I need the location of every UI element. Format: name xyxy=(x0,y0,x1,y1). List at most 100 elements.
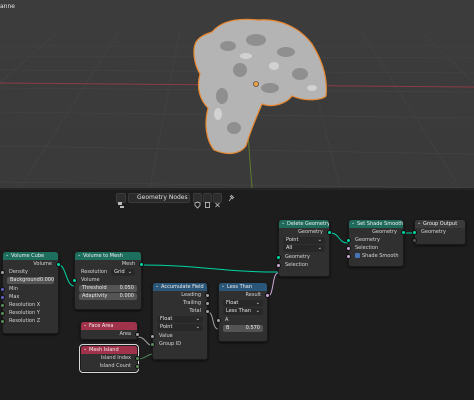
node-accumulate-field-header[interactable]: Accumulate Field xyxy=(153,283,207,291)
3d-viewport[interactable]: anne xyxy=(0,0,474,188)
node-volume-to-mesh[interactable]: Volume to Mesh Mesh ResolutionGrid⌄ Volu… xyxy=(72,251,144,310)
socket-label: Geometry xyxy=(298,229,323,235)
socket-label: Island Index xyxy=(100,355,131,361)
socket-geometry-input[interactable] xyxy=(276,254,281,260)
socket-row-geometry-in: Geometry xyxy=(276,253,329,261)
chevron-down-icon: ⌄ xyxy=(255,308,260,314)
shade-smooth-checkbox-row[interactable]: Shade Smooth xyxy=(346,252,403,260)
node-delete-geometry-header[interactable]: Delete Geometry xyxy=(279,220,329,228)
adaptivity-field[interactable]: Adaptivity 0.000 xyxy=(79,293,137,300)
node-editor[interactable]: Geometry Nodes Volume Cube Volume Densit… xyxy=(0,190,474,400)
node-face-area[interactable]: Face Area Area xyxy=(80,321,140,340)
socket-leading-output[interactable] xyxy=(205,292,210,298)
socket-label: Trailing xyxy=(183,300,201,306)
socket-label: Geometry xyxy=(285,254,310,260)
node-mesh-island[interactable]: Mesh Island Island Index Island Count xyxy=(79,344,140,373)
link-result-to-selection xyxy=(267,272,279,297)
dropdown-value: Point xyxy=(160,324,173,330)
socket-row-volume-in: Volume xyxy=(72,276,141,284)
operation-dropdown[interactable]: Less Than ⌄ xyxy=(223,308,263,315)
socket-label: Geometry xyxy=(421,229,446,235)
mode-dropdown[interactable]: All ⌄ xyxy=(283,245,325,252)
compare-type-dropdown[interactable]: Float ⌄ xyxy=(223,300,263,307)
socket-row-leading: Leading xyxy=(153,291,210,299)
dropdown-value: Less Than xyxy=(226,308,252,314)
socket-a-input[interactable] xyxy=(216,317,221,323)
node-mesh-island-header[interactable]: Mesh Island xyxy=(81,346,137,354)
socket-result-output[interactable] xyxy=(265,292,270,298)
link-mesh-to-delete xyxy=(141,264,279,273)
socket-row-a: A xyxy=(216,316,267,324)
socket-island-index-output[interactable] xyxy=(135,355,140,361)
field-value: 0.050 xyxy=(119,285,134,291)
socket-res-z-input[interactable] xyxy=(0,318,5,324)
socket-row-trailing: Trailing xyxy=(153,299,210,307)
socket-label: Value xyxy=(159,333,173,339)
socket-max-input[interactable] xyxy=(0,294,5,300)
data-type-dropdown[interactable]: Float ⌄ xyxy=(157,316,203,323)
node-delete-geometry[interactable]: Delete Geometry Geometry Point ⌄ All ⌄ Geo… xyxy=(276,219,332,277)
node-less-than-header[interactable]: Less Than xyxy=(219,283,267,291)
dropdown-value: Grid xyxy=(114,268,125,275)
socket-group-id-input[interactable] xyxy=(150,341,155,347)
socket-geometry-input[interactable] xyxy=(412,229,417,235)
node-set-shade-smooth[interactable]: Set Shade Smooth Geometry Geometry Selec… xyxy=(346,219,406,267)
socket-label: Group ID xyxy=(159,341,182,347)
socket-selection-input[interactable] xyxy=(276,262,281,268)
node-face-area-header[interactable]: Face Area xyxy=(81,322,137,330)
background-field[interactable]: Background 0.000 xyxy=(7,277,54,284)
mesh-object[interactable] xyxy=(0,0,474,188)
socket-volume-input[interactable] xyxy=(72,277,77,283)
field-value: 0.570 xyxy=(245,325,260,331)
socket-row-total: Total xyxy=(153,307,210,315)
socket-trailing-output[interactable] xyxy=(205,300,210,306)
socket-mesh-output[interactable] xyxy=(139,261,144,267)
socket-min-input[interactable] xyxy=(0,286,5,292)
socket-total-output[interactable] xyxy=(205,308,210,314)
shade-smooth-checkbox[interactable] xyxy=(355,252,360,258)
node-less-than[interactable]: Less Than Result Float⌄ Less Than⌄ A B0.… xyxy=(216,282,270,342)
socket-geometry-input[interactable] xyxy=(346,237,351,243)
socket-row-island-index: Island Index xyxy=(81,354,140,362)
node-accumulate-field[interactable]: Accumulate Field Leading Trailing Total … xyxy=(150,282,210,360)
socket-geometry-output[interactable] xyxy=(327,229,332,235)
resolution-dropdown[interactable]: Grid ⌄ xyxy=(111,268,135,276)
field-label: Background xyxy=(10,277,40,283)
socket-selection-input[interactable] xyxy=(346,245,351,251)
node-group-output[interactable]: Group Output Geometry xyxy=(412,219,466,245)
socket-label: Resolution Y xyxy=(9,310,40,316)
socket-island-count-output[interactable] xyxy=(135,363,140,369)
b-field[interactable]: B 0.570 xyxy=(223,325,263,332)
dropdown-value: All xyxy=(286,245,293,251)
socket-density-input[interactable] xyxy=(0,269,5,275)
socket-res-y-input[interactable] xyxy=(0,310,5,316)
node-volume-cube-header[interactable]: Volume Cube xyxy=(3,252,58,260)
node-volume-cube[interactable]: Volume Cube Volume Density Background0.0… xyxy=(0,251,61,334)
socket-res-x-input[interactable] xyxy=(0,302,5,308)
socket-label: Area xyxy=(119,331,131,337)
socket-volume-output[interactable] xyxy=(56,261,61,267)
socket-empty-input[interactable] xyxy=(412,237,417,243)
threshold-field[interactable]: Threshold 0.050 xyxy=(79,285,137,292)
socket-label: Geometry xyxy=(355,237,380,243)
socket-row-area: Area xyxy=(81,330,140,338)
socket-row-geometry-in: Geometry xyxy=(346,236,403,244)
socket-label: Total xyxy=(189,308,201,314)
field-label: Threshold xyxy=(82,285,107,291)
node-volume-to-mesh-header[interactable]: Volume to Mesh xyxy=(75,252,141,260)
socket-row-geometry-out: Geometry xyxy=(349,228,406,236)
socket-label: Resolution Z xyxy=(9,318,41,324)
node-set-shade-smooth-header[interactable]: Set Shade Smooth xyxy=(349,220,403,228)
socket-row-res-z: Resolution Z xyxy=(0,317,58,325)
chevron-down-icon: ⌄ xyxy=(317,237,322,243)
domain-dropdown[interactable]: Point ⌄ xyxy=(157,324,203,331)
chevron-down-icon: ⌄ xyxy=(317,245,322,251)
socket-shade-smooth-input[interactable] xyxy=(346,253,351,259)
socket-geometry-output[interactable] xyxy=(401,229,406,235)
socket-label: Volume xyxy=(33,261,52,267)
node-group-output-header[interactable]: Group Output xyxy=(415,220,465,228)
socket-value-input[interactable] xyxy=(150,333,155,339)
domain-dropdown[interactable]: Point ⌄ xyxy=(283,237,325,244)
socket-area-output[interactable] xyxy=(135,331,140,337)
socket-label: Min xyxy=(9,286,18,292)
